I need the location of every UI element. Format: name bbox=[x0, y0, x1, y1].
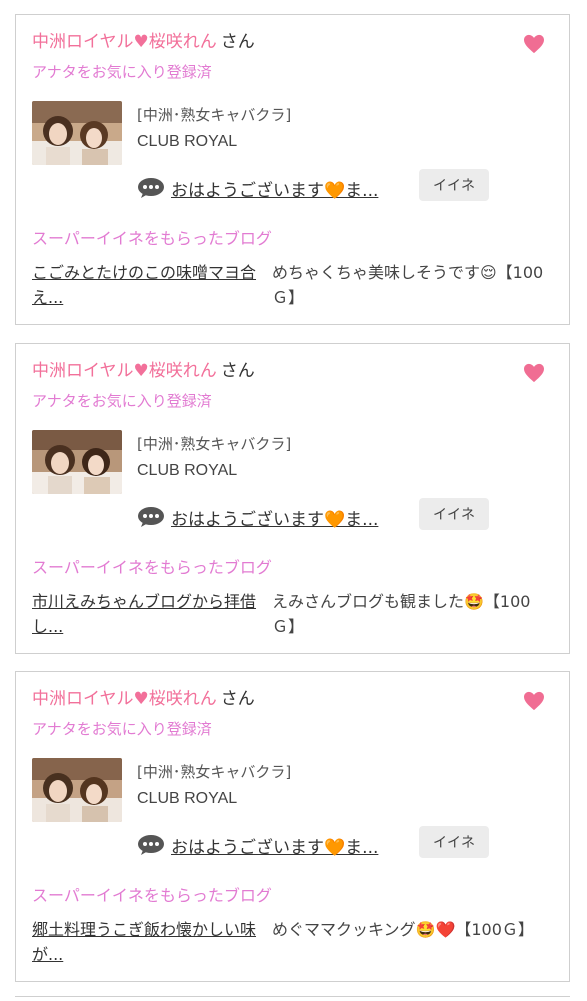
heart-icon[interactable] bbox=[523, 363, 545, 383]
cast-name-link[interactable]: 中洲ロイヤル♥桜咲れん bbox=[32, 689, 217, 709]
blog-title-link[interactable]: こごみとたけのこの味噌マヨ合え... bbox=[32, 260, 268, 310]
heart-icon[interactable] bbox=[523, 691, 545, 711]
cast-name-row: 中洲ロイヤル♥桜咲れん さん bbox=[32, 358, 255, 384]
cast-name-link[interactable]: 中洲ロイヤル♥桜咲れん bbox=[32, 32, 217, 52]
favorite-status: アナタをお気に入り登録済 bbox=[32, 720, 212, 738]
shop-category: [中洲･熟女キャバクラ] bbox=[137, 106, 292, 124]
shop-name[interactable]: CLUB ROYAL bbox=[137, 133, 237, 151]
message-link[interactable]: おはようございます🧡ま... bbox=[171, 833, 378, 858]
blog-title-link[interactable]: 市川えみちゃんブログから拝借し... bbox=[32, 589, 268, 639]
super-like-label: スーパーイイネをもらったブログ bbox=[32, 558, 272, 577]
super-like-label: スーパーイイネをもらったブログ bbox=[32, 229, 272, 248]
blog-comment: めぐママクッキング🤩❤️【100Ｇ】 bbox=[272, 920, 534, 939]
notification-card: 中洲ロイヤル♥桜咲れん さん アナタをお気に入り登録済 [中洲･熟女キャバクラ] … bbox=[15, 343, 570, 654]
honorific: さん bbox=[220, 689, 255, 709]
notification-card: 中洲ロイヤル♥桜咲れん さん アナタをお気に入り登録済 [中洲･熟女キャバクラ] … bbox=[15, 14, 570, 325]
iine-button[interactable]: イイネ bbox=[419, 498, 489, 530]
chat-bubble-icon bbox=[137, 177, 165, 199]
message-row: おはようございます🧡ま... bbox=[137, 173, 378, 203]
cast-photo[interactable] bbox=[32, 430, 122, 494]
honorific: さん bbox=[220, 361, 255, 381]
shop-category: [中洲･熟女キャバクラ] bbox=[137, 435, 292, 453]
message-link[interactable]: おはようございます🧡ま... bbox=[171, 176, 378, 201]
blog-title-link[interactable]: 郷土料理うこぎ飯わ懐かしい味が... bbox=[32, 917, 268, 967]
chat-bubble-icon bbox=[137, 506, 165, 528]
heart-icon[interactable] bbox=[523, 34, 545, 54]
super-like-label: スーパーイイネをもらったブログ bbox=[32, 886, 272, 905]
message-row: おはようございます🧡ま... bbox=[137, 830, 378, 860]
message-link[interactable]: おはようございます🧡ま... bbox=[171, 505, 378, 530]
shop-category: [中洲･熟女キャバクラ] bbox=[137, 763, 292, 781]
cast-name-row: 中洲ロイヤル♥桜咲れん さん bbox=[32, 686, 255, 712]
cast-photo[interactable] bbox=[32, 758, 122, 822]
favorite-status: アナタをお気に入り登録済 bbox=[32, 392, 212, 410]
message-row: おはようございます🧡ま... bbox=[137, 502, 378, 532]
shop-name[interactable]: CLUB ROYAL bbox=[137, 790, 237, 808]
cast-photo[interactable] bbox=[32, 101, 122, 165]
iine-button[interactable]: イイネ bbox=[419, 826, 489, 858]
next-card-edge bbox=[15, 996, 570, 1001]
cast-name-row: 中洲ロイヤル♥桜咲れん さん bbox=[32, 29, 255, 55]
favorite-status: アナタをお気に入り登録済 bbox=[32, 63, 212, 81]
shop-name[interactable]: CLUB ROYAL bbox=[137, 462, 237, 480]
notification-card: 中洲ロイヤル♥桜咲れん さん アナタをお気に入り登録済 [中洲･熟女キャバクラ] … bbox=[15, 671, 570, 982]
blog-comment: えみさんブログも観ました🤩【100Ｇ】 bbox=[272, 592, 531, 636]
chat-bubble-icon bbox=[137, 834, 165, 856]
cast-name-link[interactable]: 中洲ロイヤル♥桜咲れん bbox=[32, 361, 217, 381]
iine-button[interactable]: イイネ bbox=[419, 169, 489, 201]
blog-comment: めちゃくちゃ美味しそうです😌【100Ｇ】 bbox=[272, 263, 544, 307]
honorific: さん bbox=[220, 32, 255, 52]
